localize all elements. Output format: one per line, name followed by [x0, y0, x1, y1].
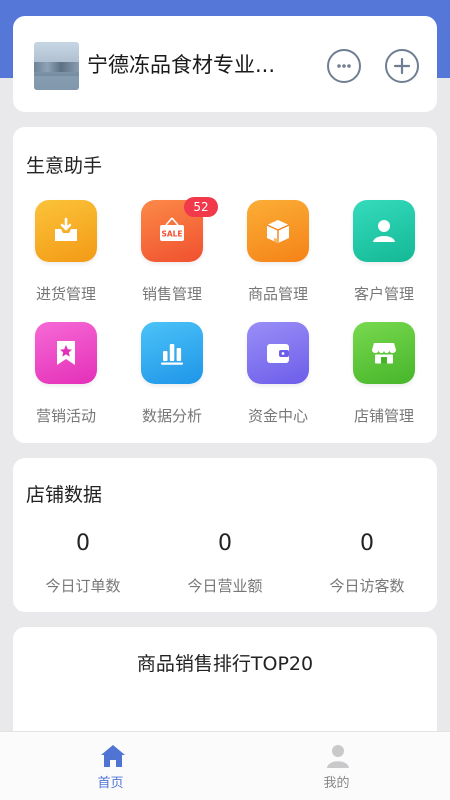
- nav-home[interactable]: 首页: [0, 732, 225, 800]
- store-header-card: 宁德冻品食材专业...: [13, 16, 437, 112]
- store-name[interactable]: 宁德冻品食材专业...: [87, 51, 309, 79]
- section-title: 店铺数据: [26, 484, 103, 506]
- marketing-activity-button[interactable]: 营销活动: [21, 322, 111, 432]
- purchase-management-button[interactable]: 进货管理: [21, 200, 111, 310]
- product-box-icon: [247, 200, 309, 262]
- stat-value: 0: [76, 531, 90, 556]
- stat-orders[interactable]: 0 今日订单数: [12, 530, 154, 596]
- stat-label: 今日访客数: [329, 577, 405, 595]
- data-analysis-button[interactable]: 数据分析: [127, 322, 217, 432]
- sales-management-button[interactable]: SALE 52 销售管理: [127, 197, 218, 310]
- svg-text:SALE: SALE: [161, 230, 182, 239]
- grid-label: 商品管理: [247, 285, 308, 303]
- stat-visitors[interactable]: 0 今日访客数: [296, 530, 438, 596]
- stat-value: 0: [360, 531, 374, 556]
- grid-label: 进货管理: [35, 285, 96, 303]
- business-assistant-card: 生意助手 进货管理 SALE 52 销售管理 商品管理 客户管理 营销活动 数据…: [13, 127, 437, 443]
- message-icon[interactable]: [327, 49, 361, 83]
- product-management-button[interactable]: 商品管理: [233, 200, 323, 310]
- home-icon: [101, 745, 125, 767]
- store-avatar[interactable]: [34, 42, 79, 90]
- storefront-icon: [353, 322, 415, 384]
- stat-label: 今日订单数: [45, 577, 121, 595]
- store-management-button[interactable]: 店铺管理: [339, 322, 429, 432]
- stat-value: 0: [218, 531, 232, 556]
- bar-chart-icon: [141, 322, 203, 384]
- grid-label: 营销活动: [35, 407, 96, 425]
- stat-revenue[interactable]: 0 今日营业额: [154, 530, 296, 596]
- marketing-star-icon: [35, 322, 97, 384]
- nav-mine[interactable]: 我的: [225, 732, 450, 800]
- add-icon[interactable]: [385, 49, 419, 83]
- ranking-title: 商品销售排行TOP20: [136, 653, 314, 675]
- stat-label: 今日营业额: [187, 577, 263, 595]
- section-title: 生意助手: [26, 155, 103, 177]
- grid-label: 店铺管理: [353, 407, 414, 425]
- customer-management-button[interactable]: 客户管理: [339, 200, 429, 310]
- sales-ranking-card: 商品销售排行TOP20: [13, 627, 437, 747]
- purchase-tray-icon: [35, 200, 97, 262]
- wallet-icon: [247, 322, 309, 384]
- nav-label: 首页: [97, 776, 124, 791]
- grid-label: 资金中心: [247, 407, 308, 425]
- fund-center-button[interactable]: 资金中心: [233, 322, 323, 432]
- bottom-nav: 首页 我的: [0, 731, 450, 800]
- customer-person-icon: [353, 200, 415, 262]
- grid-label: 客户管理: [353, 285, 414, 303]
- nav-label: 我的: [323, 776, 350, 791]
- user-icon: [327, 745, 349, 768]
- store-data-card: 店铺数据 0 今日订单数 0 今日营业额 0 今日访客数: [13, 458, 437, 612]
- grid-label: 数据分析: [141, 407, 202, 425]
- grid-label: 销售管理: [141, 285, 202, 303]
- sales-badge: 52: [184, 197, 218, 217]
